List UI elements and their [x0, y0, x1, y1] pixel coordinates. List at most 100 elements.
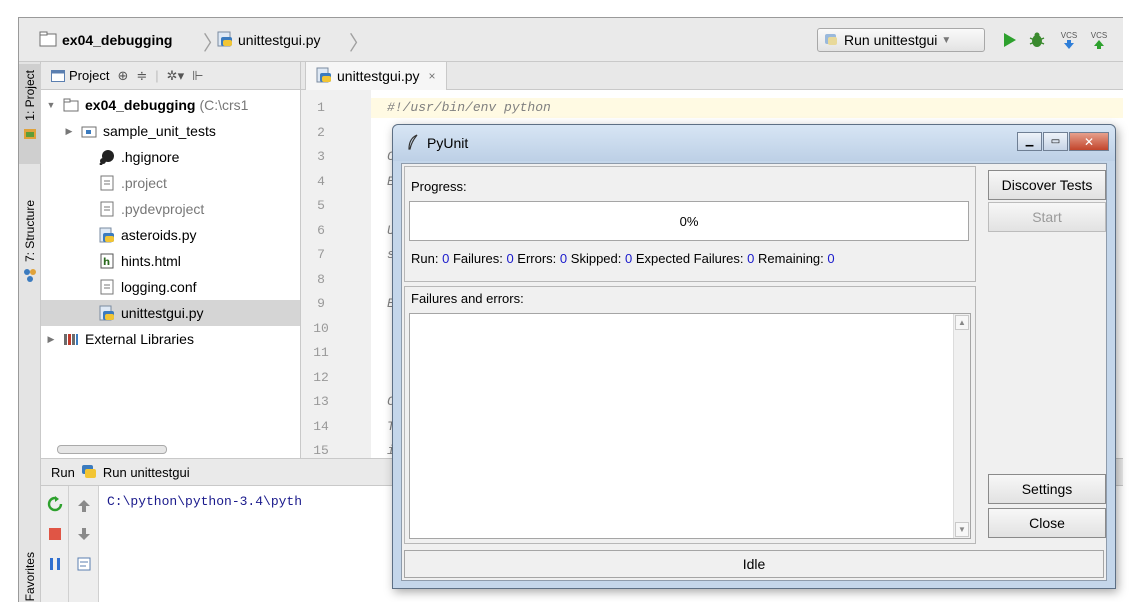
- line-number: 12: [313, 369, 329, 385]
- tree-item-label: .pydevproject: [121, 201, 205, 217]
- tree-item-asteroids[interactable]: asteroids.py: [41, 222, 300, 248]
- window-controls: ▁ ▭ ✕: [1017, 132, 1109, 151]
- close-icon[interactable]: ×: [429, 69, 436, 83]
- line-number: 11: [313, 345, 329, 360]
- run-config-tab[interactable]: Run unittestgui: [103, 465, 190, 480]
- vcs-update-button[interactable]: VCS: [1059, 30, 1079, 50]
- tree-item-project-file[interactable]: .project: [41, 170, 300, 196]
- tab-project-label: 1: Project: [23, 70, 37, 121]
- project-icon: [24, 128, 36, 139]
- tab-label: unittestgui.py: [337, 68, 420, 84]
- text-file-icon: [99, 175, 115, 191]
- test-stats: Run: 0 Failures: 0 Errors: 0 Skipped: 0 …: [411, 251, 835, 266]
- dialog-title-bar[interactable]: PyUnit ▁ ▭ ✕: [393, 125, 1115, 161]
- line-number: 15: [313, 443, 329, 458]
- python-file-icon: [99, 227, 115, 243]
- python-file-icon: [99, 305, 115, 321]
- stat-expected-failures-value: 0: [747, 251, 755, 266]
- breadcrumb-project-label: ex04_debugging: [62, 32, 173, 48]
- console-output-line: C:\python\python-3.4\pyth: [107, 494, 303, 509]
- editor-tab-bar: unittestgui.py ×: [301, 62, 1123, 90]
- tab-structure-label: 7: Structure: [23, 200, 37, 263]
- soft-wrap-button[interactable]: [76, 556, 92, 572]
- scroll-from-source-icon[interactable]: ⊕: [117, 68, 128, 84]
- tree-item-project-root[interactable]: ▼ ex04_debugging (C:\crs1: [41, 92, 300, 118]
- stat-expected-failures-label: Expected Failures:: [635, 251, 744, 266]
- python-file-icon: [824, 32, 838, 49]
- code-line: #!/usr/bin/env python: [387, 100, 551, 115]
- line-number: 4: [317, 173, 325, 189]
- settings-button[interactable]: Settings: [988, 474, 1106, 504]
- arrow-up-icon: [78, 500, 90, 512]
- tree-item-label: hints.html: [121, 253, 181, 269]
- tree-item-label: ex04_debugging: [85, 97, 196, 113]
- gear-icon[interactable]: ✲▾: [167, 68, 184, 84]
- failures-list[interactable]: ▲ ▼: [409, 313, 971, 539]
- tree-item-unittestgui[interactable]: unittestgui.py: [41, 300, 300, 326]
- collapse-all-icon[interactable]: ≑: [136, 68, 147, 84]
- debug-button[interactable]: [1027, 30, 1047, 50]
- maximize-button[interactable]: ▭: [1043, 132, 1068, 151]
- start-button[interactable]: Start: [988, 202, 1106, 232]
- breadcrumb-project[interactable]: ex04_debugging: [39, 29, 172, 51]
- run-button[interactable]: [999, 30, 1019, 50]
- dialog-content: Progress: 0% Run: 0 Failures: 0 Errors: …: [401, 163, 1107, 581]
- python-run-icon: [81, 463, 97, 482]
- tab-project[interactable]: 1: Project: [19, 64, 41, 164]
- folder-icon: [39, 31, 57, 50]
- scroll-up-arrow-icon[interactable]: ▲: [955, 315, 969, 330]
- python-file-icon: [316, 67, 332, 86]
- tree-item-pydevproject[interactable]: .pydevproject: [41, 196, 300, 222]
- minimize-button[interactable]: ▁: [1017, 132, 1042, 151]
- vcs-commit-button[interactable]: VCS: [1089, 30, 1109, 50]
- horizontal-scrollbar[interactable]: [57, 445, 167, 454]
- bug-icon: [1029, 32, 1045, 47]
- vcs-commit-label: VCS: [1090, 30, 1108, 40]
- vertical-scrollbar[interactable]: ▲ ▼: [953, 314, 970, 538]
- failures-group: Failures and errors: ▲ ▼: [404, 286, 976, 544]
- text-file-icon: [99, 201, 115, 217]
- tree-item-logging-conf[interactable]: logging.conf: [41, 274, 300, 300]
- discover-tests-button[interactable]: Discover Tests: [988, 170, 1106, 200]
- close-window-button[interactable]: ✕: [1069, 132, 1109, 151]
- project-panel: Project ⊕ ≑ | ✲▾ ⊩ ▼ ex04_debugging (C:\…: [41, 62, 301, 458]
- stat-run-label: Run:: [411, 251, 439, 266]
- rerun-button[interactable]: [47, 496, 63, 512]
- editor-gutter: 1 2 3 4 5 6 7 8 9 10 11 12 13 14 15: [301, 90, 371, 458]
- run-configuration-select[interactable]: Run unittestgui ▼: [817, 28, 985, 52]
- tab-structure[interactable]: 7: Structure: [19, 200, 41, 310]
- tab-favorites[interactable]: 2: Favorites: [19, 552, 41, 602]
- status-text: Idle: [742, 556, 766, 572]
- stop-button[interactable]: [47, 526, 63, 542]
- scroll-down-button[interactable]: [76, 526, 92, 542]
- tree-item-label: External Libraries: [85, 331, 194, 347]
- tab-unittestgui[interactable]: unittestgui.py ×: [305, 62, 447, 90]
- folder-icon: [63, 97, 79, 113]
- breadcrumb-file-label: unittestgui.py: [238, 32, 321, 48]
- stat-errors-label: Errors:: [517, 251, 557, 266]
- arrow-down-icon: [1064, 39, 1074, 49]
- structure-icon: [24, 269, 36, 283]
- project-view-selector[interactable]: Project: [51, 68, 109, 83]
- tree-item-label: .project: [121, 175, 167, 191]
- tree-item-hgignore[interactable]: .hgignore: [41, 144, 300, 170]
- minimize-icon: ▁: [1025, 136, 1034, 147]
- scroll-up-button[interactable]: [76, 498, 92, 514]
- scroll-down-arrow-icon[interactable]: ▼: [955, 522, 969, 537]
- expand-arrow-icon: ▶: [65, 125, 73, 136]
- close-button[interactable]: Close: [988, 508, 1106, 538]
- vcs-update-label: VCS: [1060, 30, 1078, 40]
- hide-panel-icon[interactable]: ⊩: [192, 68, 203, 84]
- line-number: 8: [317, 271, 325, 287]
- mercurial-icon: [99, 149, 115, 165]
- project-panel-header: Project ⊕ ≑ | ✲▾ ⊩: [41, 62, 300, 90]
- pause-button[interactable]: [47, 556, 63, 572]
- tree-item-hints[interactable]: h hints.html: [41, 248, 300, 274]
- tree-item-sample-unit-tests[interactable]: ▶ sample_unit_tests: [41, 118, 300, 144]
- tree-item-external-libraries[interactable]: ▶ External Libraries: [41, 326, 300, 352]
- line-number: 14: [313, 418, 329, 434]
- breadcrumb-file[interactable]: unittestgui.py: [217, 29, 321, 51]
- stat-run-value: 0: [442, 251, 450, 266]
- line-number: 5: [317, 198, 325, 213]
- line-number: 9: [317, 296, 325, 311]
